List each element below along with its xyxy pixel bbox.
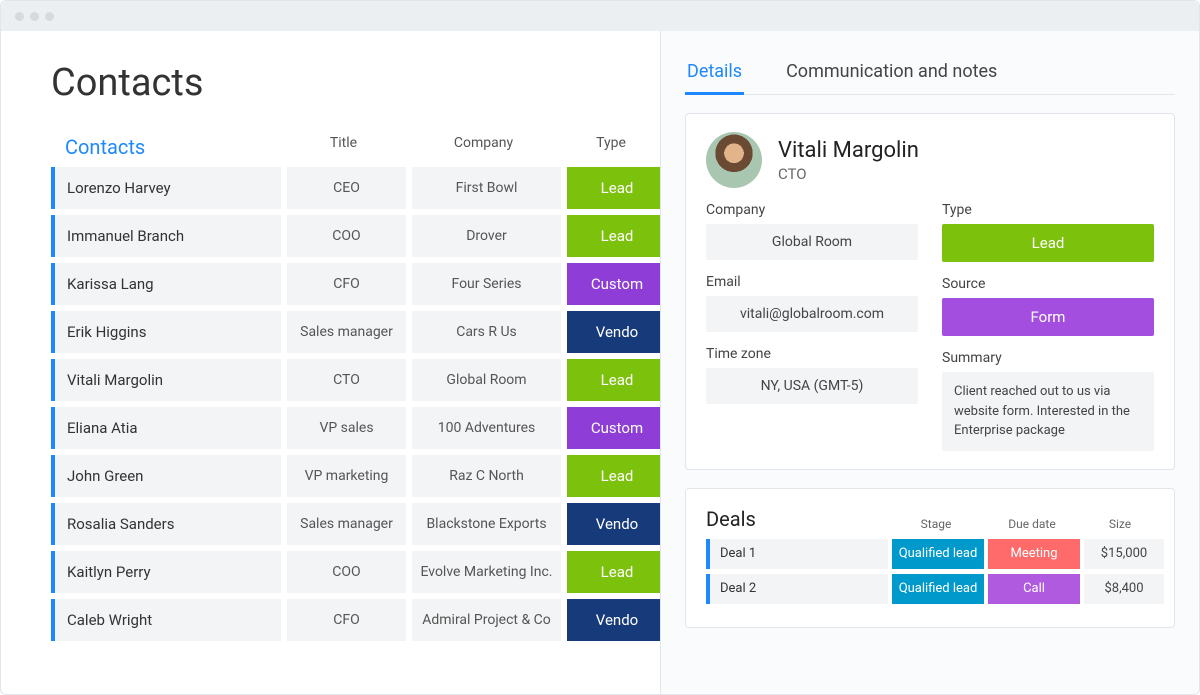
cell-type-badge: Lead [567,359,661,401]
value-email[interactable]: vitali@globalroom.com [706,296,918,332]
table-row[interactable]: Immanuel BranchCOODroverLead [51,215,660,257]
profile-name: Vitali Margolin [778,138,919,163]
browser-chrome [1,1,1199,31]
cell-company: Drover [412,215,561,257]
cell-name: Caleb Wright [55,599,281,641]
cell-name: Vitali Margolin [55,359,281,401]
cell-type-badge: Vendo [567,503,661,545]
cell-type-badge: Lead [567,215,661,257]
contacts-headers: Contacts Title Company Type [51,135,660,167]
contacts-heading[interactable]: Contacts [65,135,145,159]
cell-title: CTO [287,359,406,401]
cell-company: Admiral Project & Co [412,599,561,641]
cell-type-badge: Lead [567,167,661,209]
cell-company: Four Series [412,263,561,305]
cell-name: Karissa Lang [55,263,281,305]
cell-title: VP marketing [287,455,406,497]
cell-company: 100 Adventures [412,407,561,449]
cell-company: Raz C North [412,455,561,497]
cell-name: Rosalia Sanders [55,503,281,545]
cell-type-badge: Custom [567,407,661,449]
cell-title: VP sales [287,407,406,449]
window-dot [45,12,54,21]
cell-company: Global Room [412,359,561,401]
window-dot [15,12,24,21]
profile-title: CTO [778,165,919,183]
cell-title: CEO [287,167,406,209]
page-title: Contacts [51,61,660,105]
contacts-table: Contacts Title Company Type Lorenzo Harv… [51,135,660,641]
table-row[interactable]: Lorenzo HarveyCEOFirst BowlLead [51,167,660,209]
deal-row[interactable]: Deal 1Qualified leadMeeting$15,000 [706,539,1154,569]
label-source: Source [942,276,1154,292]
cell-company: Blackstone Exports [412,503,561,545]
cell-company: Cars R Us [412,311,561,353]
cell-company: Evolve Marketing Inc. [412,551,561,593]
deal-name: Deal 2 [710,574,888,604]
label-summary: Summary [942,350,1154,366]
cell-title: CFO [287,263,406,305]
value-timezone[interactable]: NY, USA (GMT-5) [706,368,918,404]
cell-type-badge: Lead [567,551,661,593]
cell-title: CFO [287,599,406,641]
cell-name: Lorenzo Harvey [55,167,281,209]
profile-header: Vitali Margolin CTO [706,132,1154,188]
tabs: Details Communication and notes [685,51,1175,95]
column-header-type[interactable]: Type [561,135,661,159]
deals-card: Deals Stage Due date Size Deal 1Qualifie… [685,488,1175,628]
cell-title: COO [287,551,406,593]
deal-stage-badge: Qualified lead [892,574,984,604]
value-summary[interactable]: Client reached out to us via website for… [942,372,1154,451]
value-source-badge[interactable]: Form [942,298,1154,336]
cell-type-badge: Vendo [567,599,661,641]
table-row[interactable]: Rosalia SandersSales managerBlackstone E… [51,503,660,545]
cell-name: Immanuel Branch [55,215,281,257]
column-header-company[interactable]: Company [406,135,561,159]
cell-name: Erik Higgins [55,311,281,353]
table-row[interactable]: Kaitlyn PerryCOOEvolve Marketing Inc.Lea… [51,551,660,593]
deal-stage-badge: Qualified lead [892,539,984,569]
deal-column-stage[interactable]: Stage [888,517,984,531]
deal-due-badge: Meeting [988,539,1080,569]
deals-heading: Deals [706,507,888,531]
deal-name: Deal 1 [710,539,888,569]
cell-type-badge: Vendo [567,311,661,353]
table-row[interactable]: Vitali MargolinCTOGlobal RoomLead [51,359,660,401]
cell-title: COO [287,215,406,257]
cell-name: John Green [55,455,281,497]
detail-card: Vitali Margolin CTO Company Global Room … [685,113,1175,470]
cell-type-badge: Lead [567,455,661,497]
column-header-title[interactable]: Title [281,135,406,159]
label-type: Type [942,202,1154,218]
deal-column-due[interactable]: Due date [984,517,1080,531]
tab-communication-notes[interactable]: Communication and notes [784,51,999,94]
deal-row[interactable]: Deal 2Qualified leadCall$8,400 [706,574,1154,604]
table-row[interactable]: Caleb WrightCFOAdmiral Project & CoVendo [51,599,660,641]
deal-due-badge: Call [988,574,1080,604]
tab-details[interactable]: Details [685,51,744,94]
deal-column-size[interactable]: Size [1080,517,1160,531]
label-timezone: Time zone [706,346,918,362]
table-row[interactable]: John GreenVP marketingRaz C NorthLead [51,455,660,497]
cell-type-badge: Custom [567,263,661,305]
label-email: Email [706,274,918,290]
cell-title: Sales manager [287,311,406,353]
contacts-pane: Contacts Contacts Title Company Type Lor… [1,31,661,694]
cell-company: First Bowl [412,167,561,209]
value-type-badge[interactable]: Lead [942,224,1154,262]
deal-size: $8,400 [1084,574,1164,604]
details-pane: Details Communication and notes Vitali M… [661,31,1199,694]
cell-name: Eliana Atia [55,407,281,449]
deal-size: $15,000 [1084,539,1164,569]
cell-name: Kaitlyn Perry [55,551,281,593]
avatar[interactable] [706,132,762,188]
table-row[interactable]: Karissa LangCFOFour SeriesCustom [51,263,660,305]
cell-title: Sales manager [287,503,406,545]
table-row[interactable]: Erik HigginsSales managerCars R UsVendo [51,311,660,353]
table-row[interactable]: Eliana AtiaVP sales100 AdventuresCustom [51,407,660,449]
value-company[interactable]: Global Room [706,224,918,260]
label-company: Company [706,202,918,218]
window-dot [30,12,39,21]
